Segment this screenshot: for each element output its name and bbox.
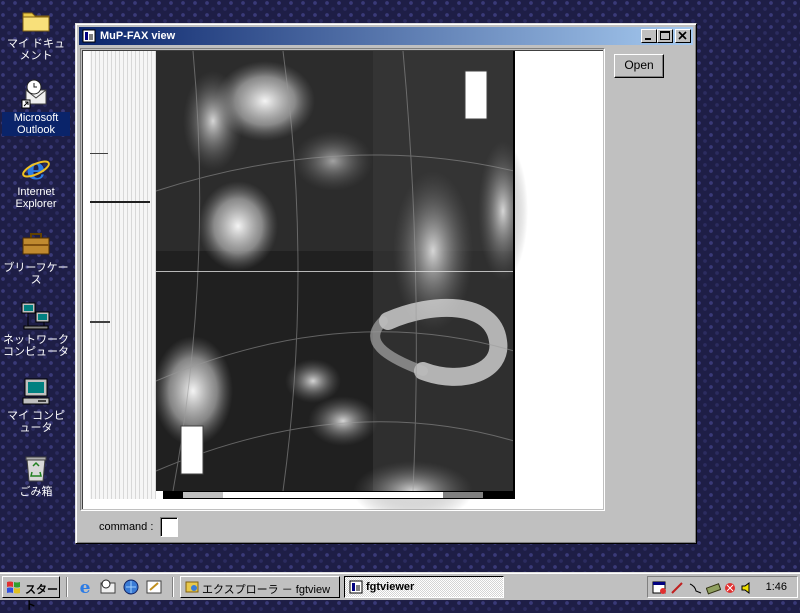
app-icon (349, 580, 363, 594)
explorer-icon (185, 581, 199, 593)
desktop-icon-briefcase[interactable]: ブリーフケース (2, 228, 70, 286)
modem-icon[interactable] (706, 580, 721, 595)
windows-logo-icon (7, 581, 20, 594)
desktop-icon-label: マイ コンピュータ (6, 410, 66, 434)
computer-icon (22, 378, 50, 405)
briefcase-icon (22, 233, 50, 255)
task-fgtviewer[interactable]: fgtviewer (344, 576, 504, 598)
maximize-button[interactable] (657, 29, 673, 43)
outlook-clock-icon (21, 79, 47, 109)
command-input[interactable] (160, 517, 178, 537)
desktop-icon-outlook[interactable]: Microsoft Outlook (2, 78, 70, 136)
fax-view-window: MuP-FAX view Open command: (75, 23, 697, 544)
desktop-icon-label: ごみ箱 (19, 486, 53, 498)
quicklaunch-outlook-icon[interactable] (99, 578, 117, 596)
close-button[interactable] (675, 29, 691, 43)
svg-text:e: e (80, 578, 91, 596)
open-button[interactable]: Open (614, 54, 664, 78)
desktop-icon-label: Internet Explorer (15, 186, 57, 210)
clock[interactable]: 1:46 (766, 581, 787, 593)
desktop-icon-label: マイ ドキュメント (6, 38, 66, 62)
folder-icon (22, 12, 50, 32)
command-label: command : (99, 521, 154, 533)
window-title: MuP-FAX view (100, 30, 176, 42)
desktop-icon-label: Microsoft Outlook (2, 112, 70, 136)
desktop-icon-label: ブリーフケース (3, 262, 69, 286)
volume-off-icon[interactable] (724, 580, 739, 595)
open-button-label: Open (624, 58, 654, 72)
desktop-icon-recycle-bin[interactable]: ごみ箱 (2, 452, 70, 498)
quicklaunch-ie-icon[interactable]: e (76, 578, 94, 596)
desktop-icon-my-documents[interactable]: マイ ドキュメント (2, 4, 70, 62)
desktop-icon-internet-explorer[interactable]: e Internet Explorer (2, 152, 70, 210)
speaker-icon[interactable] (740, 580, 755, 595)
pen-icon[interactable] (670, 580, 685, 595)
fax-image-viewport[interactable] (80, 48, 605, 511)
network-icon[interactable] (688, 580, 703, 595)
task-explorer[interactable]: エクスプローラ － fgtview (180, 576, 340, 598)
recycle-bin-icon (25, 456, 47, 482)
desktop-icon-label: ネットワーク コンピュータ (3, 334, 69, 358)
taskbar-separator (66, 577, 68, 597)
maximize-icon (660, 31, 670, 40)
minimize-icon (645, 38, 651, 40)
close-icon (678, 31, 687, 40)
quicklaunch-desktop-icon[interactable] (145, 578, 163, 596)
task-label: fgtviewer (366, 581, 415, 593)
start-label: スタート (25, 584, 58, 612)
minimize-button[interactable] (641, 29, 657, 43)
system-tray: 1:46 (647, 576, 798, 598)
network-computers-icon (21, 302, 50, 330)
quicklaunch-channels-icon[interactable] (122, 578, 140, 596)
taskbar-separator (172, 577, 174, 597)
app-icon (82, 29, 96, 43)
satellite-fax-image (90, 51, 528, 510)
start-button[interactable]: スタート (2, 576, 60, 612)
task-label: エクスプローラ － fgtview (202, 584, 331, 596)
desktop-icon-my-computer[interactable]: マイ コンピュータ (2, 376, 70, 434)
window-titlebar[interactable]: MuP-FAX view (79, 27, 693, 45)
desktop-icon-network[interactable]: ネットワーク コンピュータ (2, 300, 70, 358)
internet-explorer-icon: e (22, 152, 50, 184)
scheduler-icon[interactable] (652, 580, 667, 595)
taskbar: スタート e エクスプローラ － fgtview fgtviewer 1:46 (0, 572, 800, 612)
